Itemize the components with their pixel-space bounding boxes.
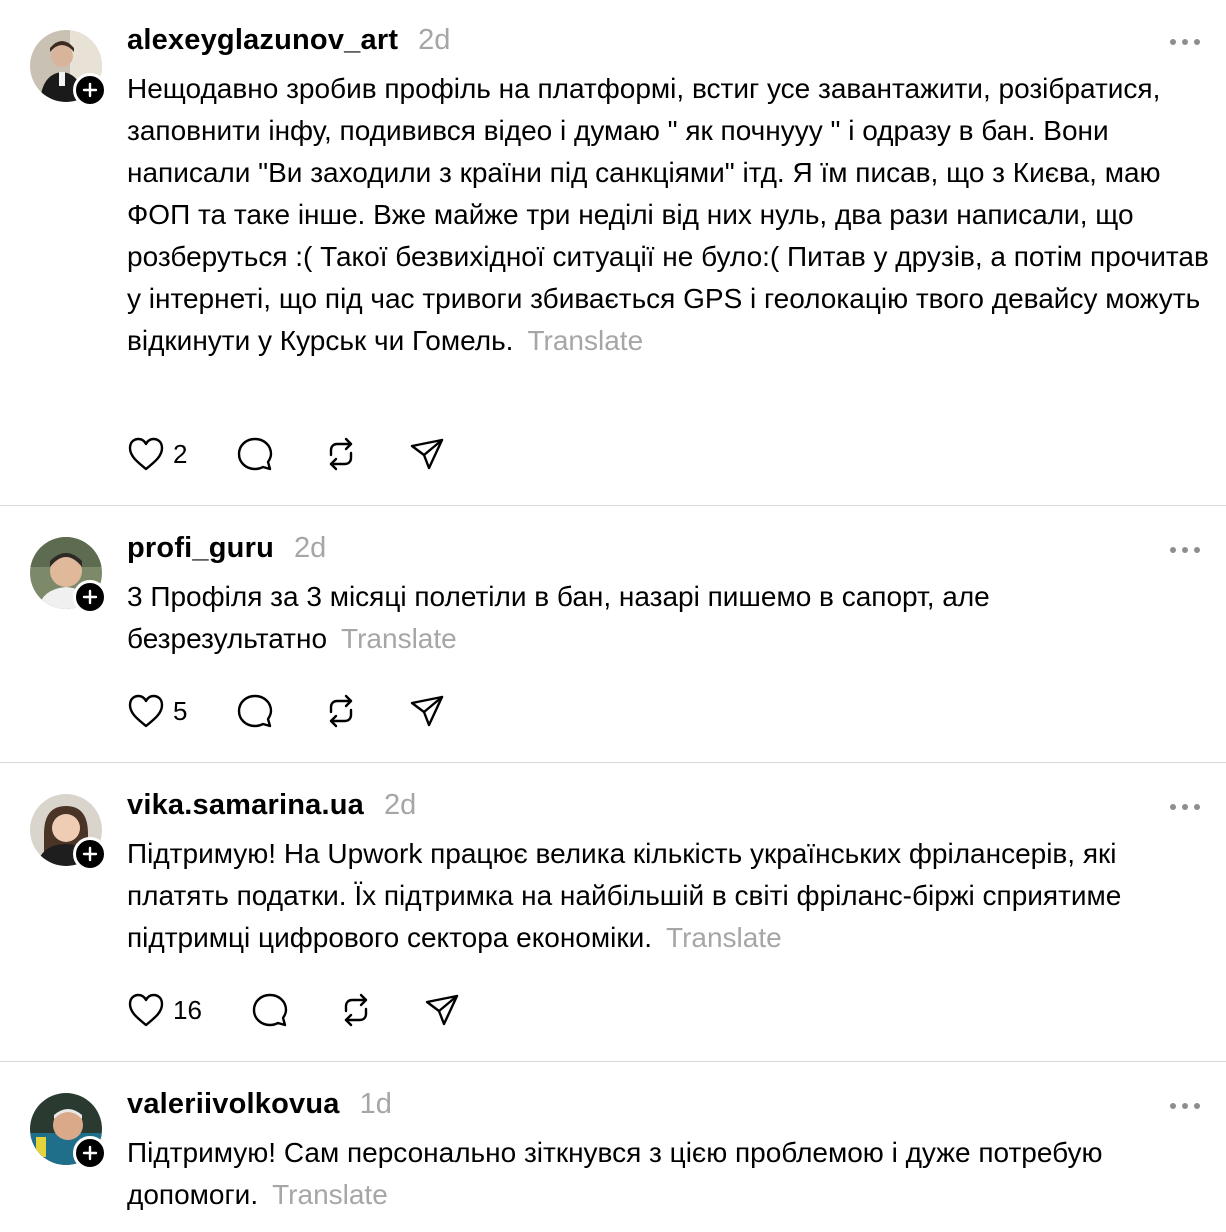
comment-icon bbox=[238, 437, 273, 471]
timestamp[interactable]: 2d bbox=[418, 24, 450, 57]
reply-post: valeriivolkovua 1d Підтримую! Сам персон… bbox=[0, 1062, 1226, 1232]
avatar[interactable] bbox=[30, 537, 107, 614]
translate-link[interactable]: Translate bbox=[527, 325, 643, 356]
repost-button[interactable] bbox=[323, 693, 359, 729]
more-icon[interactable] bbox=[1170, 30, 1200, 54]
timestamp[interactable]: 2d bbox=[294, 532, 326, 565]
avatar[interactable] bbox=[30, 30, 107, 107]
reply-header: alexeyglazunov_art 2d bbox=[127, 24, 1210, 64]
more-icon[interactable] bbox=[1170, 538, 1200, 562]
follow-button[interactable] bbox=[73, 580, 107, 614]
username[interactable]: alexeyglazunov_art bbox=[127, 24, 398, 57]
like-button[interactable]: 5 bbox=[127, 693, 187, 729]
reply-content: vika.samarina.ua 2d Підтримую! На Upwork… bbox=[127, 789, 1210, 959]
timestamp[interactable]: 1d bbox=[360, 1088, 392, 1121]
reply-header: valeriivolkovua 1d bbox=[127, 1088, 1210, 1128]
reply-button[interactable] bbox=[237, 693, 273, 729]
more-icon[interactable] bbox=[1170, 1094, 1200, 1118]
like-count: 5 bbox=[173, 695, 188, 726]
repost-button[interactable] bbox=[338, 992, 374, 1028]
more-icon[interactable] bbox=[1170, 795, 1200, 819]
send-icon bbox=[411, 695, 444, 727]
action-bar: 5 bbox=[127, 691, 495, 731]
translate-link[interactable]: Translate bbox=[341, 623, 457, 654]
comment-icon bbox=[238, 694, 273, 728]
avatar[interactable] bbox=[30, 794, 107, 871]
heart-icon bbox=[128, 993, 164, 1027]
follow-button[interactable] bbox=[73, 73, 107, 107]
reply-text-content: Нещодавно зробив профіль на платформі, в… bbox=[127, 73, 1209, 356]
repost-icon bbox=[344, 993, 368, 1027]
repost-button[interactable] bbox=[323, 436, 359, 472]
timestamp[interactable]: 2d bbox=[384, 789, 416, 822]
heart-icon bbox=[128, 437, 164, 471]
follow-button[interactable] bbox=[73, 837, 107, 871]
reply-text: Підтримую! На Upwork працює велика кільк… bbox=[127, 833, 1210, 959]
reply-text: Нещодавно зробив профіль на платформі, в… bbox=[127, 68, 1210, 362]
reply-header: vika.samarina.ua 2d bbox=[127, 789, 1210, 829]
like-button[interactable]: 16 bbox=[127, 992, 202, 1028]
translate-link[interactable]: Translate bbox=[272, 1179, 388, 1210]
comment-icon bbox=[252, 993, 288, 1027]
like-count: 16 bbox=[173, 994, 202, 1025]
follow-button[interactable] bbox=[73, 1136, 107, 1170]
reply-post: alexeyglazunov_art 2d Нещодавно зробив п… bbox=[0, 0, 1226, 506]
share-button[interactable] bbox=[409, 693, 445, 729]
like-count: 2 bbox=[173, 438, 188, 469]
username[interactable]: profi_guru bbox=[127, 532, 274, 565]
reply-button[interactable] bbox=[237, 436, 273, 472]
replies-feed: alexeyglazunov_art 2d Нещодавно зробив п… bbox=[0, 0, 1226, 1232]
share-button[interactable] bbox=[409, 436, 445, 472]
plus-icon bbox=[82, 589, 98, 605]
reply-post: profi_guru 2d 3 Профіля за 3 місяці поле… bbox=[0, 506, 1226, 763]
translate-link[interactable]: Translate bbox=[666, 922, 782, 953]
repost-icon bbox=[330, 437, 353, 471]
reply-button[interactable] bbox=[252, 992, 288, 1028]
reply-content: profi_guru 2d 3 Профіля за 3 місяці поле… bbox=[127, 532, 1210, 660]
plus-icon bbox=[82, 846, 98, 862]
heart-icon bbox=[128, 694, 164, 728]
reply-text: 3 Профіля за 3 місяці полетіли в бан, на… bbox=[127, 576, 1210, 660]
repost-icon bbox=[330, 694, 353, 728]
reply-header: profi_guru 2d bbox=[127, 532, 1210, 572]
share-button[interactable] bbox=[424, 992, 460, 1028]
reply-text: Підтримую! Сам персонально зіткнувся з ц… bbox=[127, 1132, 1210, 1216]
avatar[interactable] bbox=[30, 1093, 107, 1170]
plus-icon bbox=[82, 82, 98, 98]
username[interactable]: valeriivolkovua bbox=[127, 1088, 340, 1121]
reply-content: valeriivolkovua 1d Підтримую! Сам персон… bbox=[127, 1088, 1210, 1216]
action-bar: 2 bbox=[127, 434, 495, 474]
reply-post: vika.samarina.ua 2d Підтримую! На Upwork… bbox=[0, 763, 1226, 1062]
plus-icon bbox=[82, 1145, 98, 1161]
action-bar: 16 bbox=[127, 990, 510, 1030]
username[interactable]: vika.samarina.ua bbox=[127, 789, 364, 822]
reply-text-content: 3 Профіля за 3 місяці полетіли в бан, на… bbox=[127, 581, 990, 654]
send-icon bbox=[425, 994, 459, 1026]
reply-content: alexeyglazunov_art 2d Нещодавно зробив п… bbox=[127, 24, 1210, 362]
like-button[interactable]: 2 bbox=[127, 436, 187, 472]
reply-text-content: Підтримую! На Upwork працює велика кільк… bbox=[127, 838, 1122, 953]
send-icon bbox=[411, 438, 444, 470]
